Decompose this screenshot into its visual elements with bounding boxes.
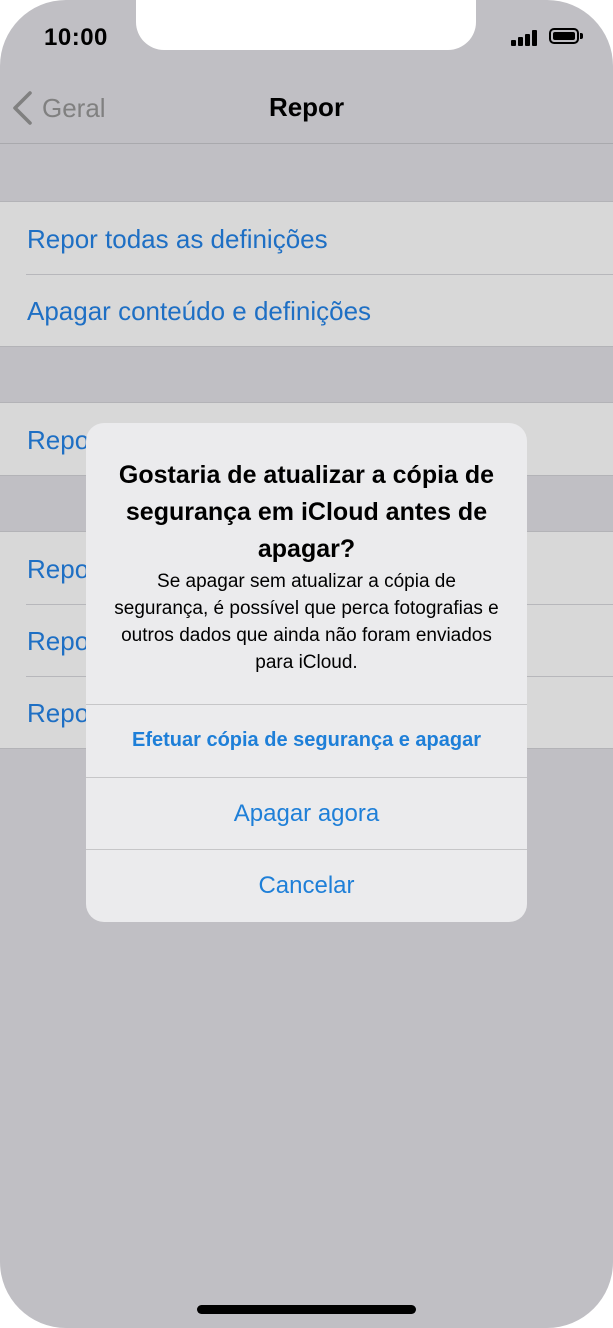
page-title: Repor [268, 92, 345, 122]
erase-now-button[interactable]: Apagar agora [86, 777, 527, 849]
cancel-button[interactable]: Cancelar [86, 849, 527, 921]
erase-content-settings-label: Apagar conteúdo e definições [27, 296, 372, 326]
status-time: 10:00 [44, 24, 108, 51]
reset-all-settings-label: Repor todas as definições [27, 224, 328, 254]
notch [136, 0, 476, 50]
navigation-bar: Geral Repor [0, 70, 613, 144]
battery-icon [549, 28, 585, 46]
erase-content-settings-row[interactable]: Apagar conteúdo e definições [0, 274, 613, 346]
alert-message: Se apagar sem atualizar a cópia de segur… [114, 571, 499, 673]
alert-title: Gostaria de atualizar a cópia de seguran… [118, 461, 495, 563]
phone-screen: 10:00 Geral Repor Repor todas as definiç… [0, 0, 613, 1328]
reset-all-settings-row[interactable]: Repor todas as definições [0, 202, 613, 274]
alert-dialog: Gostaria de atualizar a cópia de seguran… [86, 423, 527, 922]
settings-group-1: Repor todas as definições Apagar conteúd… [0, 201, 613, 347]
home-indicator[interactable] [197, 1305, 416, 1314]
signal-icon [511, 30, 539, 46]
status-bar: 10:00 [0, 0, 613, 70]
backup-and-erase-button[interactable]: Efetuar cópia de segurança e apagar [86, 704, 527, 776]
